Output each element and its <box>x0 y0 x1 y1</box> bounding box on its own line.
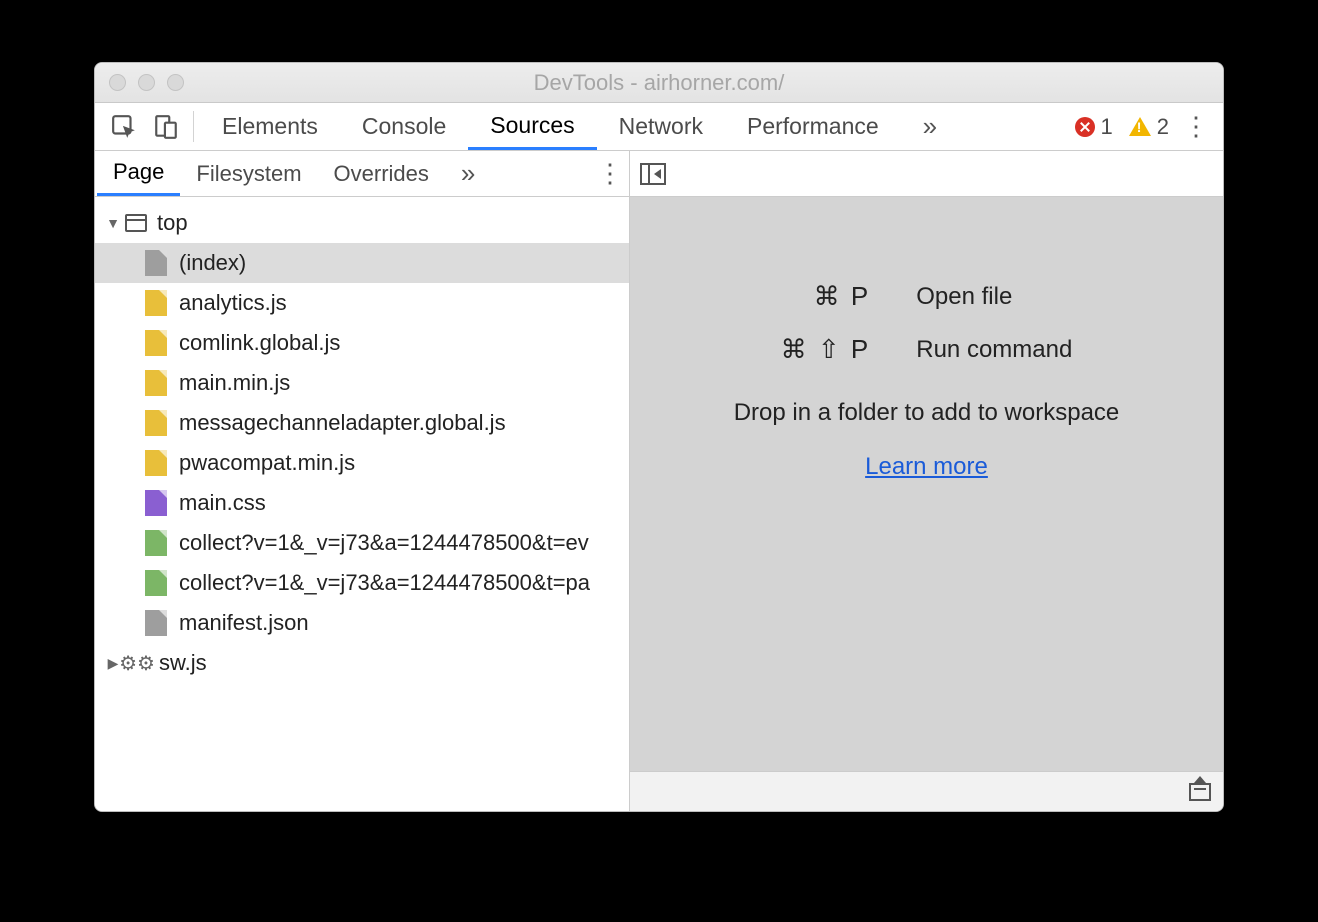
xhr-icon <box>145 570 167 596</box>
toggle-drawer-icon[interactable] <box>1189 783 1211 801</box>
script-icon <box>145 410 167 436</box>
tree-file[interactable]: comlink.global.js <box>95 323 629 363</box>
error-icon <box>1075 117 1095 137</box>
file-tree: ▼ top (index) analytics.js comlink.globa… <box>95 197 629 811</box>
workspace-drop-hint: Drop in a folder to add to workspace <box>734 399 1120 427</box>
chevron-right-icon: » <box>461 158 475 189</box>
tab-network[interactable]: Network <box>597 103 725 150</box>
main-tab-bar: Elements Console Sources Network Perform… <box>95 103 1223 151</box>
tree-file[interactable]: messagechanneladapter.global.js <box>95 403 629 443</box>
console-status[interactable]: 1 2 <box>1067 103 1178 150</box>
shortcut-keys: ⌘ ⇧ P <box>781 334 871 365</box>
shortcut-keys: ⌘ P <box>781 281 871 312</box>
tab-label: Sources <box>490 112 574 139</box>
minimize-window-button[interactable] <box>138 74 155 91</box>
tab-label: Console <box>362 113 446 140</box>
settings-menu-button[interactable]: ⋮ <box>1177 103 1215 150</box>
subtab-label: Page <box>113 159 164 185</box>
script-icon <box>145 290 167 316</box>
tab-sources[interactable]: Sources <box>468 103 596 150</box>
tab-label: Performance <box>747 113 879 140</box>
service-worker-icon: ⚙︎⚙︎ <box>125 652 149 674</box>
toggle-device-icon[interactable] <box>145 103 187 150</box>
sources-panel: Page Filesystem Overrides » ⋮ ▼ top (ind… <box>95 151 1223 811</box>
subtab-filesystem[interactable]: Filesystem <box>180 151 317 196</box>
tree-file[interactable]: (index) <box>95 243 629 283</box>
tree-file[interactable]: analytics.js <box>95 283 629 323</box>
toggle-navigator-icon[interactable] <box>640 163 666 185</box>
editor-pane: ⌘ P Open file ⌘ ⇧ P Run command Drop in … <box>630 151 1223 811</box>
stylesheet-icon <box>145 490 167 516</box>
warning-count: 2 <box>1157 114 1169 140</box>
tab-console[interactable]: Console <box>340 103 468 150</box>
tree-label: sw.js <box>159 650 207 676</box>
tree-file[interactable]: collect?v=1&_v=j73&a=1244478500&t=pa <box>95 563 629 603</box>
disclosure-triangle-icon[interactable]: ▼ <box>105 215 121 231</box>
zoom-window-button[interactable] <box>167 74 184 91</box>
tab-label: Network <box>619 113 703 140</box>
tab-elements[interactable]: Elements <box>200 103 340 150</box>
document-icon <box>145 610 167 636</box>
tree-file[interactable]: collect?v=1&_v=j73&a=1244478500&t=ev <box>95 523 629 563</box>
chevron-right-icon: » <box>923 111 937 142</box>
tree-file[interactable]: main.min.js <box>95 363 629 403</box>
editor-empty-state: ⌘ P Open file ⌘ ⇧ P Run command Drop in … <box>630 197 1223 771</box>
subtab-label: Overrides <box>334 161 429 187</box>
tree-label: pwacompat.min.js <box>179 450 355 476</box>
tabs-overflow-button[interactable]: » <box>901 103 959 150</box>
tab-label: Elements <box>222 113 318 140</box>
warning-icon <box>1129 117 1151 136</box>
tree-label: analytics.js <box>179 290 287 316</box>
subtab-overrides[interactable]: Overrides <box>318 151 445 196</box>
tree-label: messagechanneladapter.global.js <box>179 410 506 436</box>
navigator-pane: Page Filesystem Overrides » ⋮ ▼ top (ind… <box>95 151 630 811</box>
tree-label: manifest.json <box>179 610 309 636</box>
tree-label: (index) <box>179 250 246 276</box>
tree-label: comlink.global.js <box>179 330 340 356</box>
tree-label: collect?v=1&_v=j73&a=1244478500&t=pa <box>179 570 590 596</box>
devtools-window: DevTools - airhorner.com/ Elements Conso… <box>94 62 1224 812</box>
shortcut-label: Open file <box>916 283 1072 311</box>
navigator-tab-bar: Page Filesystem Overrides » ⋮ <box>95 151 629 197</box>
tab-performance[interactable]: Performance <box>725 103 901 150</box>
tree-label: main.css <box>179 490 266 516</box>
script-icon <box>145 370 167 396</box>
toolbar-divider <box>193 111 194 142</box>
tree-label: top <box>157 210 188 236</box>
tree-file[interactable]: pwacompat.min.js <box>95 443 629 483</box>
frame-icon <box>125 214 147 232</box>
editor-footer <box>630 771 1223 811</box>
xhr-icon <box>145 530 167 556</box>
window-title: DevTools - airhorner.com/ <box>95 70 1223 96</box>
editor-toolbar <box>630 151 1223 197</box>
tree-label: main.min.js <box>179 370 290 396</box>
close-window-button[interactable] <box>109 74 126 91</box>
script-icon <box>145 330 167 356</box>
titlebar: DevTools - airhorner.com/ <box>95 63 1223 103</box>
document-icon <box>145 250 167 276</box>
subtab-label: Filesystem <box>196 161 301 187</box>
error-count: 1 <box>1101 114 1113 140</box>
tree-label: collect?v=1&_v=j73&a=1244478500&t=ev <box>179 530 589 556</box>
shortcut-label: Run command <box>916 336 1072 364</box>
inspect-element-icon[interactable] <box>103 103 145 150</box>
window-controls <box>109 74 184 91</box>
subtabs-overflow-button[interactable]: » <box>445 151 491 196</box>
navigator-menu-button[interactable]: ⋮ <box>591 151 629 196</box>
subtab-page[interactable]: Page <box>97 151 180 196</box>
learn-more-link[interactable]: Learn more <box>865 453 988 481</box>
tree-service-worker[interactable]: ▶ ⚙︎⚙︎ sw.js <box>95 643 629 683</box>
tree-frame-top[interactable]: ▼ top <box>95 203 629 243</box>
tree-file[interactable]: manifest.json <box>95 603 629 643</box>
script-icon <box>145 450 167 476</box>
tree-file[interactable]: main.css <box>95 483 629 523</box>
